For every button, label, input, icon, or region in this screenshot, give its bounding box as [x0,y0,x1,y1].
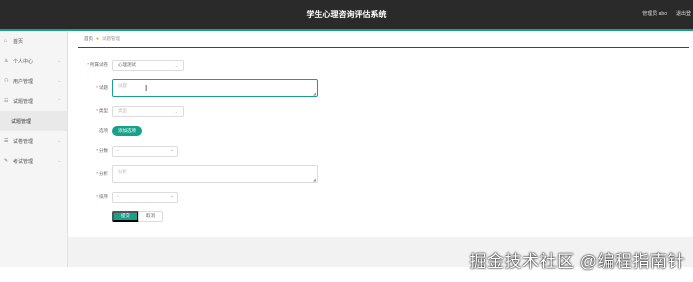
sidebar-item-label: 个人中心 [13,58,34,65]
submit-button[interactable]: 提交 [112,210,139,222]
analysis-row: *分析 分析 ◢ [68,165,328,183]
minus-icon[interactable]: − [113,148,123,154]
paper-select[interactable]: 心理测试 ⌄ [112,59,184,71]
analysis-label: *分析 [96,171,108,176]
sort-label: *排序 [96,194,108,199]
sidebar-item-label: 用户管理 [13,78,34,85]
add-option-button[interactable]: 添加选项 [112,126,142,136]
type-placeholder: 类型 [118,108,127,113]
breadcrumb-home[interactable]: 首页 [84,36,93,42]
grid-icon: ☰ [4,138,9,144]
plus-icon[interactable]: + [167,148,177,154]
top-bar: 学生心理咨询评估系统 管理员 abo 退出登 [0,0,693,29]
sidebar-item-users[interactable]: ⚇ 用户管理 ⌄ [0,71,67,91]
options-row: 选项 添加选项 [68,125,268,137]
exam-icon: ✎ [4,158,9,164]
person-icon: ♙ [4,58,9,64]
breadcrumb: 首页 ● 试题管理 [84,36,120,42]
analysis-textarea[interactable]: 分析 ◢ [112,165,318,183]
sidebar-item-exams[interactable]: ✎ 考试管理 ⌄ [0,151,67,171]
question-label: *试题 [96,85,108,90]
chevron-down-icon: ⌄ [57,78,61,83]
logout-link[interactable]: 退出登 [676,10,691,17]
chevron-down-icon: ⌄ [57,158,61,163]
score-row: *分数 − + [68,145,268,157]
app-title: 学生心理咨询评估系统 [306,10,387,19]
sidebar-item-label: 试题管理 [11,118,32,125]
paper-value: 心理测试 [118,62,136,67]
resize-grip-icon: ◢ [312,177,316,182]
paper-row: *所属试卷 心理测试 ⌄ [68,59,268,71]
chevron-down-icon: ⌄ [174,62,178,68]
list-icon: ☷ [4,98,9,104]
actions-row: 提交 取消 [68,210,268,222]
sidebar-item-label: 考试管理 [13,158,34,165]
sort-stepper[interactable]: − + [112,191,178,203]
type-row: *类型 类型 ⌄ [68,105,268,117]
resize-grip-icon: ◢ [312,91,316,96]
sidebar-item-label: 试卷管理 [13,138,34,145]
watermark: 掘金技术社区 @编程指南针 [469,252,685,271]
current-user[interactable]: 管理员 abo [642,10,667,17]
score-label: *分数 [96,148,108,153]
options-label: 选项 [99,128,108,133]
score-stepper[interactable]: − + [112,145,178,157]
home-icon: ⌂ [4,38,8,44]
plus-icon[interactable]: + [167,194,177,200]
type-label: *类型 [96,108,108,113]
question-placeholder: 试题 [118,83,127,88]
question-textarea[interactable]: 试题 ◢ [112,79,318,97]
sidebar-item-profile[interactable]: ♙ 个人中心 ⌄ [0,51,67,71]
text-cursor-icon: I [145,84,148,93]
sidebar-item-questions[interactable]: ☷ 试题管理 ⌃ [0,91,67,111]
type-select[interactable]: 类型 ⌄ [112,105,184,117]
sort-row: *排序 − + [68,191,268,203]
separator-dot-icon: ● [96,36,100,42]
minus-icon[interactable]: − [113,194,123,200]
question-row: *试题 试题 ◢ [68,79,328,97]
cancel-button[interactable]: 取消 [138,210,163,222]
sidebar-item-label: 试题管理 [13,98,34,105]
analysis-placeholder: 分析 [118,169,127,174]
main-content: 首页 ● 试题管理 *所属试卷 心理测试 ⌄ *试题 试题 ◢ *类型 类型 ⌄… [68,31,693,267]
sidebar-item-label: 首页 [13,38,24,45]
sidebar-item-papers[interactable]: ☰ 试卷管理 ⌄ [0,131,67,151]
chevron-down-icon: ⌄ [174,108,178,114]
divider [78,47,689,48]
sidebar-item-home[interactable]: ⌂ 首页 [0,31,67,51]
chevron-up-icon: ⌃ [57,98,61,103]
sidebar: ⌂ 首页 ♙ 个人中心 ⌄ ⚇ 用户管理 ⌄ ☷ 试题管理 ⌃ 试题管理 ☰ 试… [0,31,68,267]
users-icon: ⚇ [4,78,9,84]
chevron-down-icon: ⌄ [57,138,61,143]
sidebar-subitem-questions[interactable]: 试题管理 [0,111,67,131]
breadcrumb-current: 试题管理 [102,36,121,41]
chevron-down-icon: ⌄ [57,58,61,63]
paper-label: *所属试卷 [87,62,108,67]
